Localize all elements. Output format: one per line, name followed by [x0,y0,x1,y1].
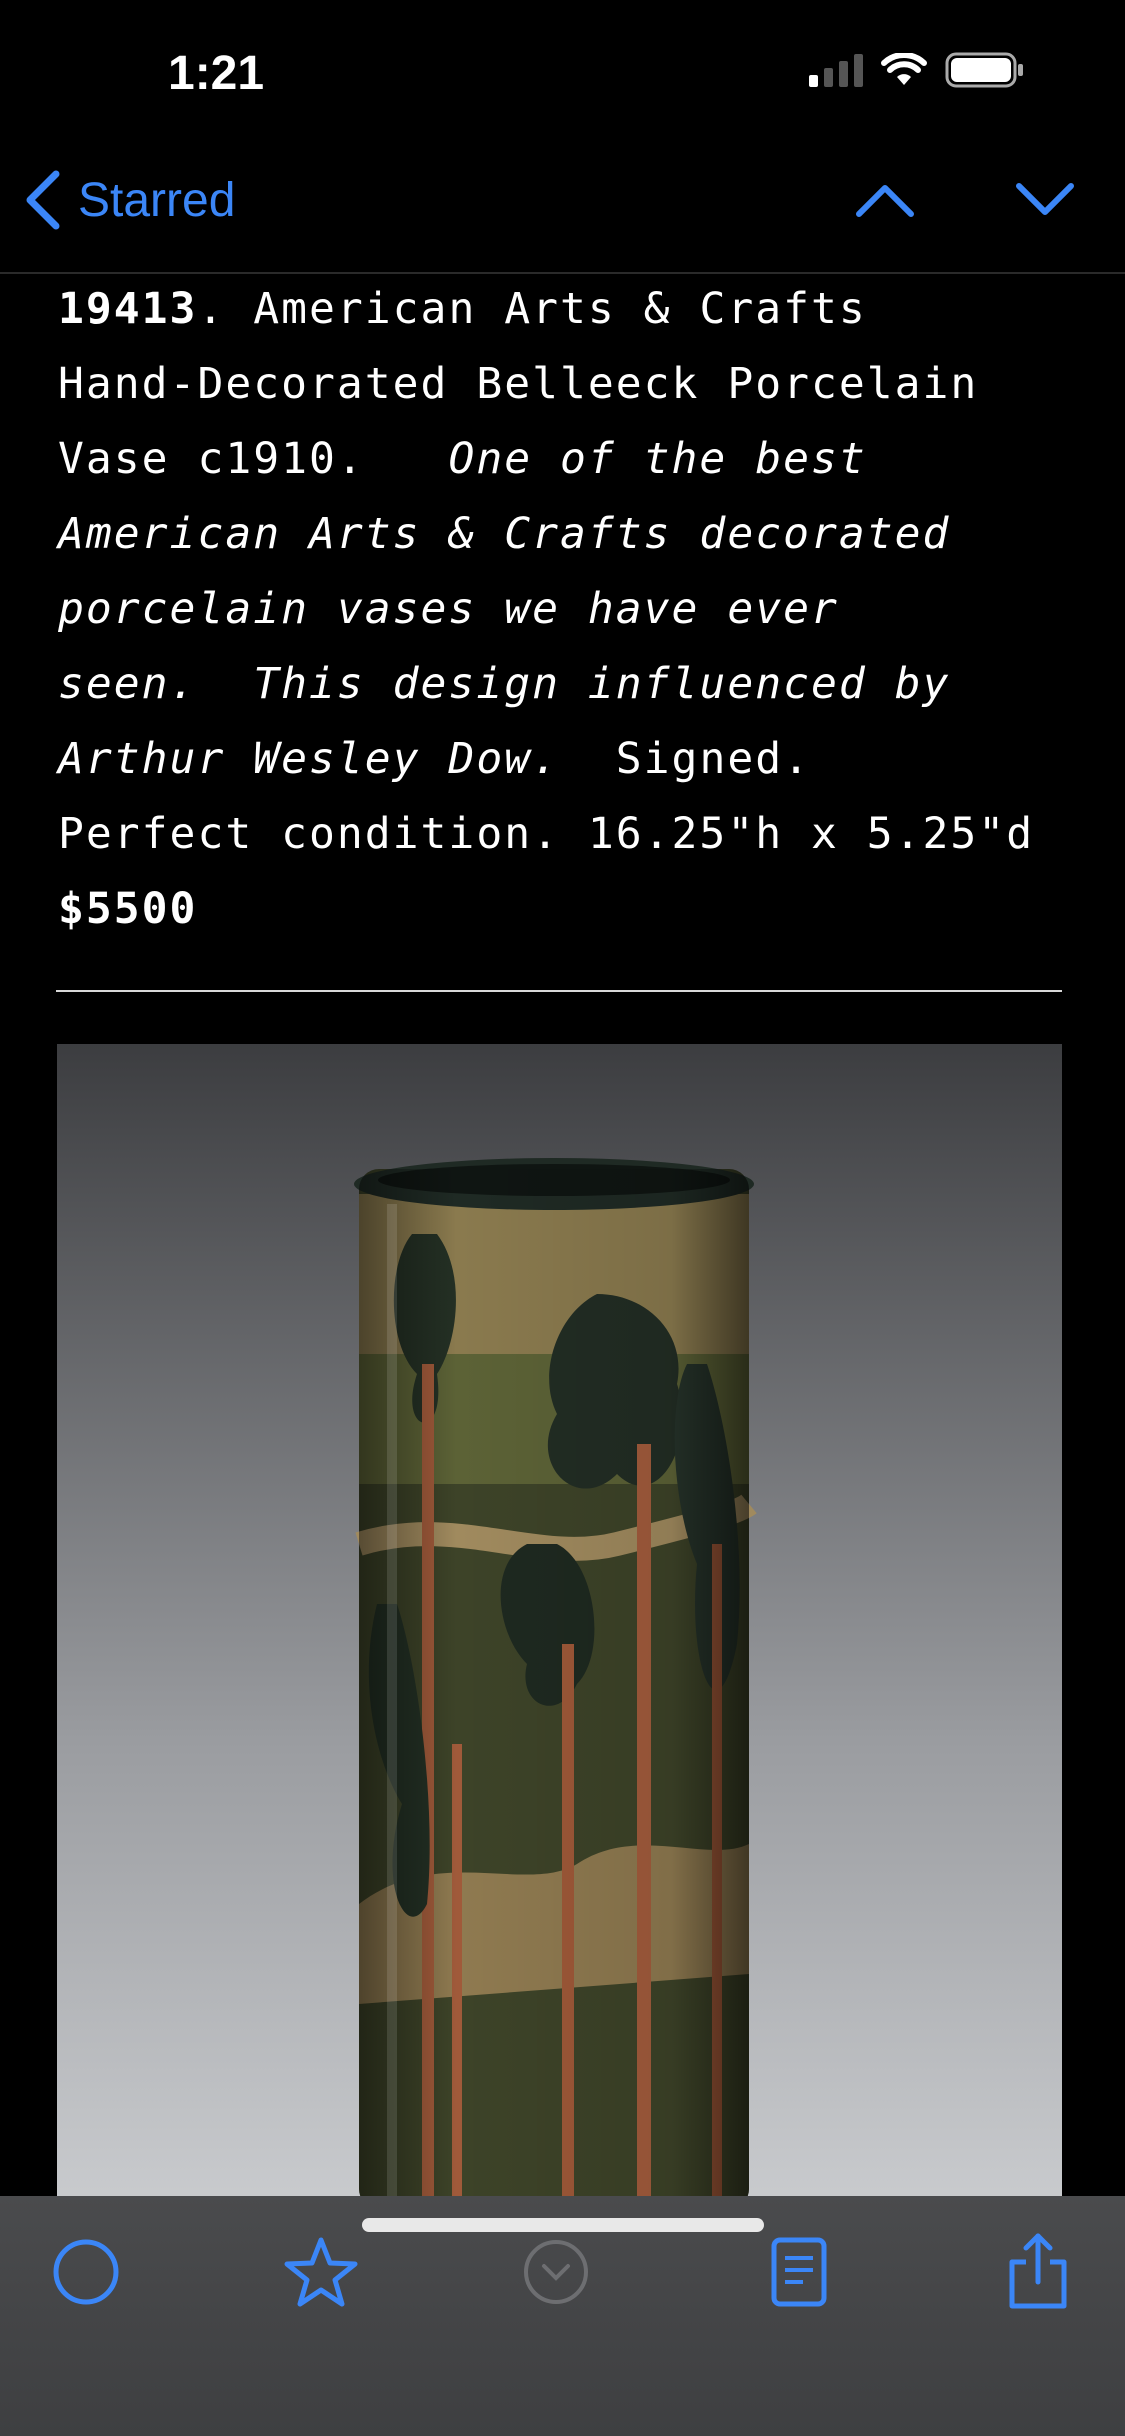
star-icon[interactable] [284,2236,358,2308]
back-button[interactable]: Starred [24,170,235,230]
chevron-left-icon [26,170,60,230]
message-navigation [855,180,1075,220]
listing-number: 19413 [58,284,198,334]
bottom-toolbar [0,2196,1125,2436]
listing-description: 19413. American Arts & Crafts Hand-Decor… [58,272,1078,947]
chevron-down-circle-icon[interactable] [522,2238,590,2306]
listing-highlight: One of the best American Arts & Crafts d… [58,434,951,784]
vase-photo[interactable] [57,1044,1062,2196]
cellular-signal-icon [809,53,863,87]
navigation-bar: Starred [0,150,1125,274]
divider [56,990,1062,992]
home-indicator[interactable] [362,2218,764,2232]
chevron-down-icon[interactable] [1015,180,1075,220]
message-body: 19413. American Arts & Crafts Hand-Decor… [0,272,1125,2196]
chevron-up-icon[interactable] [855,180,915,220]
battery-icon [945,52,1023,88]
circle-icon[interactable] [52,2238,120,2306]
share-icon[interactable] [1006,2232,1070,2310]
listing-price: $5500 [58,884,198,934]
status-time: 1:21 [168,47,265,100]
wifi-icon [881,53,927,85]
status-icons [809,52,1025,88]
back-label: Starred [78,173,236,227]
document-icon[interactable] [770,2236,828,2308]
status-bar: 1:21 [0,0,1125,150]
